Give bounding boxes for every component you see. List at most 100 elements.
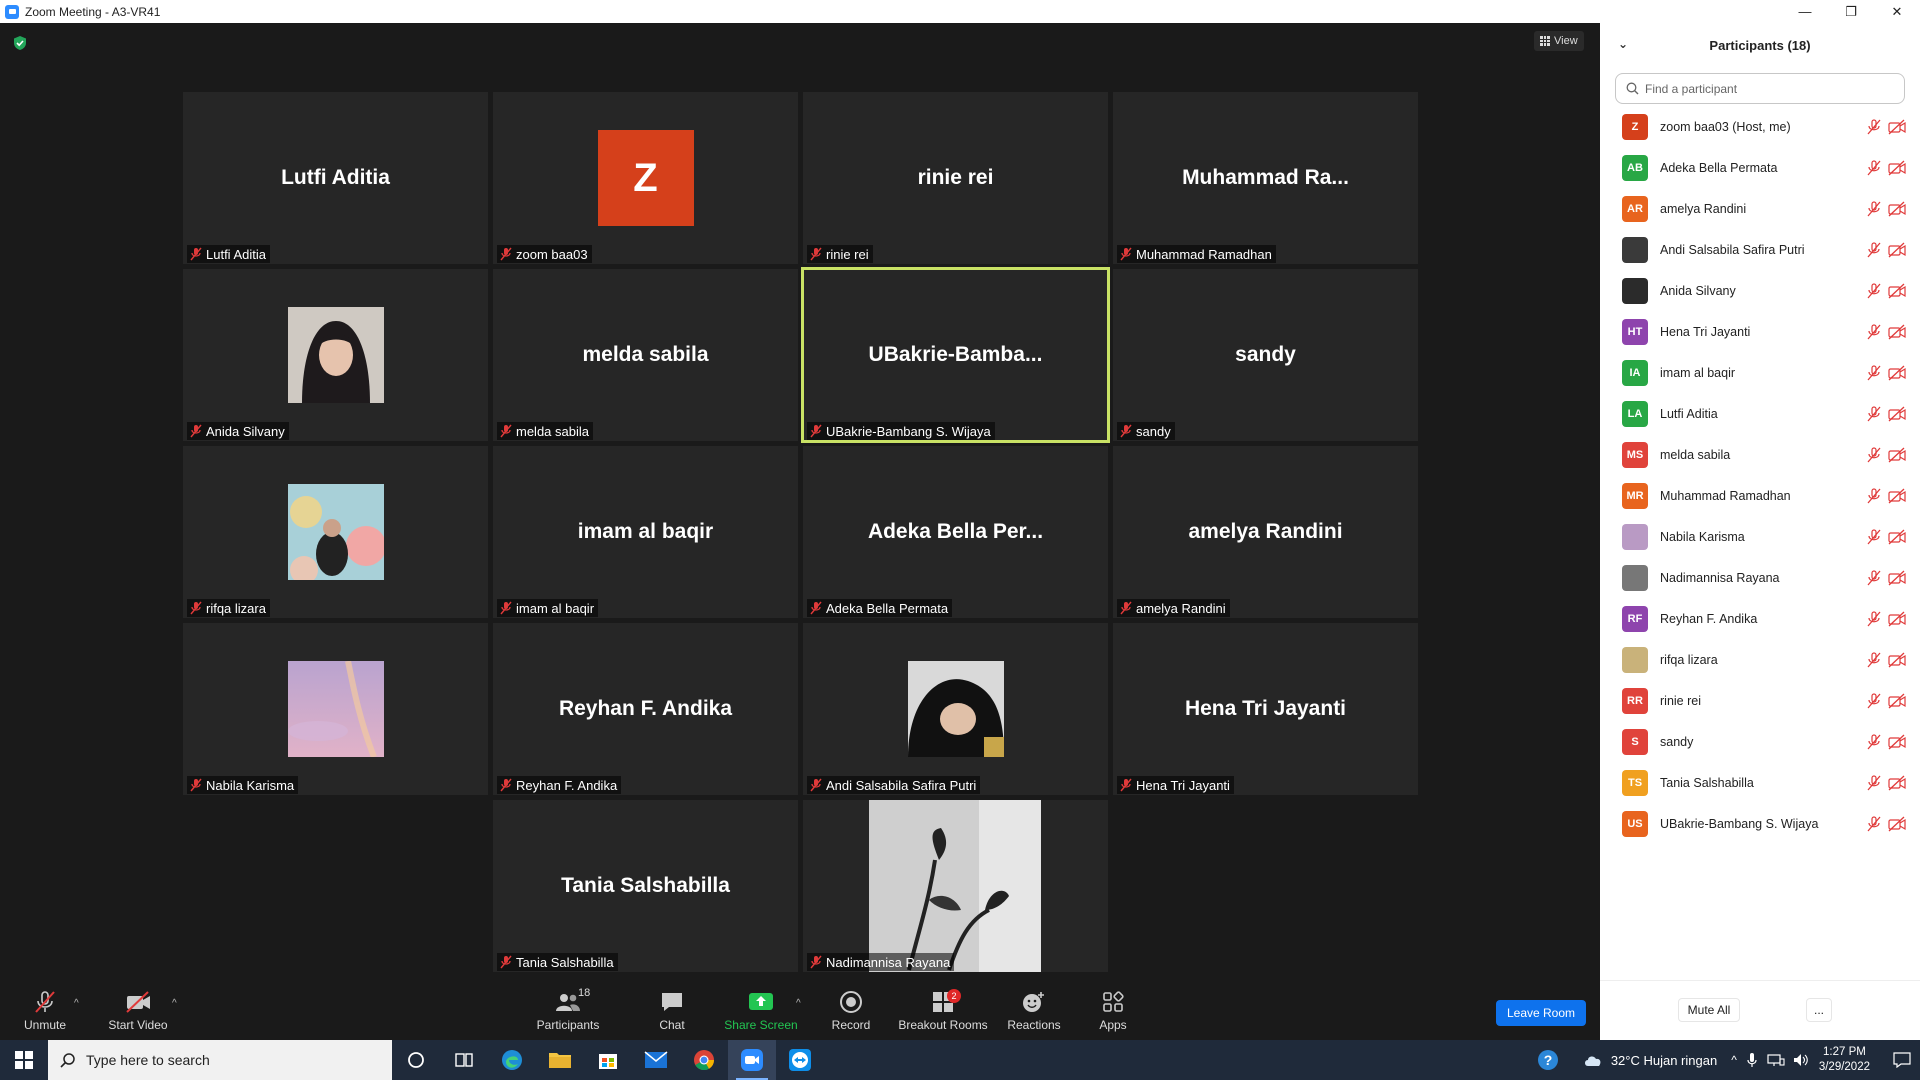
mic-muted-icon[interactable] [1866,651,1882,668]
video-tile[interactable]: Andi Salsabila Safira Putri [803,623,1108,795]
network-icon[interactable] [1767,1053,1785,1067]
mic-muted-icon[interactable] [1866,405,1882,422]
video-off-icon[interactable] [1888,693,1906,709]
participant-row[interactable]: IA imam al baqir [1600,352,1920,393]
participant-row[interactable]: Andi Salsabila Safira Putri [1600,229,1920,270]
leave-room-button[interactable]: Leave Room [1496,1000,1586,1026]
minimize-button[interactable]: — [1782,0,1828,23]
participant-row[interactable]: HT Hena Tri Jayanti [1600,311,1920,352]
participant-row[interactable]: AB Adeka Bella Permata [1600,147,1920,188]
taskbar-zoom[interactable] [728,1040,776,1080]
participant-row[interactable]: RF Reyhan F. Andika [1600,598,1920,639]
mic-muted-icon[interactable] [1866,282,1882,299]
mic-muted-icon[interactable] [1866,487,1882,504]
video-off-icon[interactable] [1888,570,1906,586]
taskbar-edge[interactable] [488,1040,536,1080]
video-off-icon[interactable] [1888,447,1906,463]
video-tile[interactable]: Nadimannisa Rayana [803,800,1108,972]
chevron-down-icon[interactable]: ⌄ [1618,37,1628,51]
audio-options-caret[interactable]: ^ [74,998,79,1009]
chat-button[interactable]: Chat [650,980,694,1040]
video-tile[interactable]: Z zoom baa03 [493,92,798,264]
participant-row[interactable]: Nabila Karisma [1600,516,1920,557]
video-tile[interactable]: imam al baqir imam al baqir [493,446,798,618]
mic-muted-icon[interactable] [1866,446,1882,463]
share-screen-button[interactable]: Share Screen [724,980,798,1040]
video-off-icon[interactable] [1888,119,1906,135]
video-off-icon[interactable] [1888,324,1906,340]
video-off-icon[interactable] [1888,160,1906,176]
taskbar-mail[interactable] [632,1040,680,1080]
breakout-rooms-button[interactable]: 2 Breakout Rooms [896,980,990,1040]
chevron-up-icon[interactable]: ^ [1731,1053,1737,1067]
video-off-icon[interactable] [1888,406,1906,422]
close-button[interactable]: ✕ [1874,0,1920,23]
active-speaker-tile[interactable]: UBakrie-Bamba... UBakrie-Bambang S. Wija… [801,267,1110,443]
participant-row[interactable]: LA Lutfi Aditia [1600,393,1920,434]
participant-row[interactable]: Anida Silvany [1600,270,1920,311]
participant-row[interactable]: MR Muhammad Ramadhan [1600,475,1920,516]
mic-muted-icon[interactable] [1866,815,1882,832]
video-off-icon[interactable] [1888,816,1906,832]
video-tile[interactable]: rifqa lizara [183,446,488,618]
mic-muted-icon[interactable] [1866,569,1882,586]
more-options-button[interactable]: ... [1806,998,1832,1022]
weather-text[interactable]: 32°C Hujan ringan [1611,1053,1717,1068]
video-off-icon[interactable] [1888,242,1906,258]
video-tile[interactable]: Lutfi Aditia Lutfi Aditia [183,92,488,264]
task-view-button[interactable] [440,1040,488,1080]
video-tile[interactable]: amelya Randini amelya Randini [1113,446,1418,618]
mic-muted-icon[interactable] [1866,323,1882,340]
mic-muted-icon[interactable] [1866,774,1882,791]
video-off-icon[interactable] [1888,283,1906,299]
mic-muted-icon[interactable] [1866,200,1882,217]
participant-row[interactable]: TS Tania Salshabilla [1600,762,1920,803]
video-tile[interactable]: Tania Salshabilla Tania Salshabilla [493,800,798,972]
taskbar-search-box[interactable]: Type here to search [48,1040,392,1080]
clock[interactable]: 1:27 PM 3/29/2022 [1819,1045,1870,1075]
video-off-icon[interactable] [1888,201,1906,217]
find-participant-input[interactable]: Find a participant [1615,73,1905,104]
video-tile[interactable]: Reyhan F. Andika Reyhan F. Andika [493,623,798,795]
participant-row[interactable]: Ssandy [1600,721,1920,762]
video-off-icon[interactable] [1888,775,1906,791]
help-button[interactable]: ? [1525,1049,1571,1071]
participant-row[interactable]: Nadimannisa Rayana [1600,557,1920,598]
notifications-button[interactable] [1884,1052,1920,1068]
video-off-icon[interactable] [1888,734,1906,750]
apps-button[interactable]: Apps [1094,980,1132,1040]
video-off-icon[interactable] [1888,488,1906,504]
video-off-icon[interactable] [1888,611,1906,627]
unmute-button[interactable]: Unmute [22,980,68,1040]
video-tile[interactable]: rinie rei rinie rei [803,92,1108,264]
mic-muted-icon[interactable] [1866,610,1882,627]
video-tile[interactable]: sandy sandy [1113,269,1418,441]
taskbar-teamviewer[interactable] [776,1040,824,1080]
cortana-button[interactable] [392,1040,440,1080]
video-off-icon[interactable] [1888,365,1906,381]
video-tile[interactable]: Nabila Karisma [183,623,488,795]
share-options-caret[interactable]: ^ [796,998,801,1009]
mic-muted-icon[interactable] [1866,364,1882,381]
mic-muted-icon[interactable] [1866,528,1882,545]
video-tile[interactable]: Adeka Bella Per... Adeka Bella Permata [803,446,1108,618]
participant-row[interactable]: AR amelya Randini [1600,188,1920,229]
mute-all-button[interactable]: Mute All [1678,998,1740,1022]
shield-icon[interactable] [12,35,28,51]
video-tile[interactable]: Muhammad Ra... Muhammad Ramadhan [1113,92,1418,264]
participant-row[interactable]: RR rinie rei [1600,680,1920,721]
taskbar-chrome[interactable] [680,1040,728,1080]
video-off-icon[interactable] [1888,529,1906,545]
volume-icon[interactable] [1793,1053,1811,1067]
video-tile[interactable]: Anida Silvany [183,269,488,441]
mic-muted-icon[interactable] [1866,241,1882,258]
participant-row[interactable]: MS melda sabila [1600,434,1920,475]
taskbar-file-explorer[interactable] [536,1040,584,1080]
mic-muted-icon[interactable] [1866,733,1882,750]
mic-muted-icon[interactable] [1866,118,1882,135]
microphone-icon[interactable] [1747,1052,1757,1068]
start-video-button[interactable]: Start Video [106,980,170,1040]
video-tile[interactable]: Hena Tri Jayanti Hena Tri Jayanti [1113,623,1418,795]
reactions-button[interactable]: Reactions [1006,980,1062,1040]
view-button[interactable]: View [1534,31,1584,51]
